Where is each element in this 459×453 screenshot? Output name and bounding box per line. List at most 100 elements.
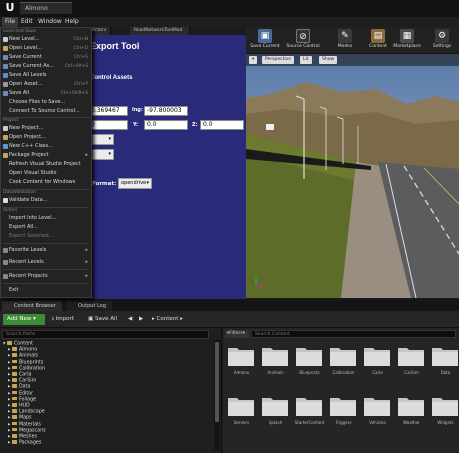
back-arrow-icon[interactable]: ◀ [128, 314, 132, 325]
tree-item[interactable]: ▸ Packages [0, 440, 210, 446]
modes-button[interactable]: ✎ Modes [333, 28, 357, 53]
asset-folder-tile[interactable]: Data [429, 344, 459, 396]
menu-choose-files-to-save[interactable]: Choose Files to Save... [1, 98, 91, 107]
menu-save-all[interactable]: Save All Ctrl+Shift+S [1, 89, 91, 98]
menu-cook-content[interactable]: Cook Content for Windows [1, 178, 91, 187]
forward-arrow-icon[interactable]: ▶ [139, 314, 143, 325]
chevron-down-icon: ▾ [146, 180, 149, 186]
asset-name: Animals [267, 370, 284, 375]
tab-road-network-tool[interactable]: RoadNetworkToolMod [130, 27, 190, 35]
scrollbar-thumb[interactable] [215, 342, 219, 422]
menu-save-all-levels[interactable]: Save All Levels [1, 71, 91, 80]
asset-folder-tile[interactable]: Widgets [429, 394, 459, 446]
folder-icon [364, 398, 390, 416]
viewport-scene [246, 54, 459, 298]
format-select[interactable]: opendrive ▾ [118, 178, 152, 189]
gear-icon: ⚙ [435, 29, 449, 43]
open-asset-icon [3, 82, 8, 87]
menu-recent-levels[interactable]: Recent Levels ▸ [1, 258, 91, 267]
cpp-class-icon [3, 144, 8, 149]
asset-folder-tile[interactable]: StarterContent [293, 394, 326, 446]
lit-button[interactable]: Lit [300, 56, 312, 64]
menu-recent-projects[interactable]: Recent Projects ▸ [1, 272, 91, 281]
asset-view: ▾Filters▾ Search Content Almono Animals Bl… [223, 328, 459, 453]
asset-folder-tile[interactable]: Carla [361, 344, 394, 396]
menu-open-project[interactable]: Open Project... [1, 133, 91, 142]
asset-name: Widgets [437, 420, 454, 425]
asset-folder-tile[interactable]: Almono [225, 344, 258, 396]
asset-name: CarSim [404, 370, 419, 375]
y-input[interactable]: 0.0 [144, 120, 188, 130]
viewport-toolbar: ▾ Perspective Lit Show [246, 54, 459, 66]
menu-validate-data[interactable]: Validate Data... [1, 196, 91, 205]
asset-folder-tile[interactable]: Servers [225, 394, 258, 446]
asset-folder-tile[interactable]: Calibration [327, 344, 360, 396]
search-content-input[interactable]: Search Content [251, 330, 456, 338]
folder-tree-panel: Search Paths ▾ Content ▸ Almono ▸ Animal… [0, 328, 222, 453]
menu-help[interactable]: Help [62, 17, 82, 27]
menu-new-project[interactable]: New Project... [1, 124, 91, 133]
asset-name: Carla [372, 370, 383, 375]
level-viewport[interactable]: ▾ Perspective Lit Show [246, 54, 459, 298]
asset-name: Weather [403, 420, 420, 425]
menu-new-cpp-class[interactable]: New C++ Class... [1, 142, 91, 151]
filters-button[interactable]: ▾Filters▾ [225, 330, 249, 338]
asset-name: Splash [268, 420, 283, 425]
menu-file[interactable]: File [2, 17, 19, 27]
asset-folder-tile[interactable]: Triggers [327, 394, 360, 446]
menu-refresh-vs-project[interactable]: Refresh Visual Studio Project [1, 160, 91, 169]
perspective-button[interactable]: Perspective [262, 56, 295, 64]
lng-label: lng: [132, 107, 143, 113]
save-current-button[interactable]: ▣ Save Current [248, 28, 282, 53]
search-paths-input[interactable]: Search Paths [2, 330, 209, 339]
section-project: Project [3, 118, 19, 123]
menu-save-current[interactable]: Save Current Ctrl+S [1, 53, 91, 62]
project-tab[interactable]: Almono [20, 2, 72, 14]
menu-package-project[interactable]: Package Project ▸ [1, 151, 91, 160]
menu-new-level[interactable]: New Level... Ctrl+N [1, 35, 91, 44]
menu-exit[interactable]: Exit [1, 286, 91, 295]
menu-window[interactable]: Window [35, 17, 65, 27]
menu-save-current-as[interactable]: Save Current As... Ctrl+Alt+S [1, 62, 91, 71]
asset-folder-tile[interactable]: Weather [395, 394, 428, 446]
menu-open-visual-studio[interactable]: Open Visual Studio [1, 169, 91, 178]
content-button[interactable]: ▤ Content [366, 28, 390, 53]
folder-icon [296, 398, 322, 416]
source-control-button[interactable]: ⊘ Source Control [284, 28, 322, 53]
asset-folder-tile[interactable]: CarSim [395, 344, 428, 396]
z-input[interactable]: 0.0 [200, 120, 244, 130]
asset-folder-tile[interactable]: Vehicles [361, 394, 394, 446]
asset-folder-tile[interactable]: Animals [259, 344, 292, 396]
format-value: opendrive [121, 180, 147, 186]
import-button[interactable]: ⭳ Import [52, 314, 74, 325]
save-all-button[interactable]: ▣ Save All [88, 314, 117, 325]
menu-favorite-levels[interactable]: Favorite Levels ▸ [1, 246, 91, 255]
menu-import-into-level[interactable]: Import Into Level... [1, 214, 91, 223]
settings-button[interactable]: ⚙ Settings [430, 28, 454, 53]
tree-scrollbar[interactable] [214, 340, 220, 450]
menu-export-all[interactable]: Export All... [1, 223, 91, 232]
lng-input[interactable]: -97.800003 [144, 106, 188, 116]
asset-folder-tile[interactable]: Blueprints [293, 344, 326, 396]
menu-open-level[interactable]: Open Level... Ctrl+O [1, 44, 91, 53]
lat-input[interactable]: 0.369467 [88, 106, 128, 116]
marketplace-button[interactable]: ▦ Marketplace [392, 28, 422, 53]
asset-name: Almono [233, 370, 250, 375]
tab-output-log[interactable]: Output Log [66, 301, 112, 311]
viewport-options-button[interactable]: ▾ [249, 56, 258, 64]
add-new-button[interactable]: Add New ▾ [3, 314, 45, 325]
unreal-logo-icon[interactable]: U [3, 1, 17, 15]
asset-folder-tile[interactable]: Splash [259, 394, 292, 446]
open-project-icon [3, 135, 8, 140]
tab-content-browser[interactable]: Content Browser [2, 301, 62, 311]
asset-name: StarterContent [294, 420, 325, 425]
menu-edit[interactable]: Edit [18, 17, 36, 27]
x-input[interactable]: 0 [88, 120, 128, 130]
menu-open-asset[interactable]: Open Asset... Ctrl+P [1, 80, 91, 89]
show-button[interactable]: Show [319, 56, 338, 64]
menu-connect-source-control[interactable]: Connect To Source Control... [1, 107, 91, 116]
content-path-crumb[interactable]: ▸ Content ▸ [152, 314, 183, 325]
folder-icon [432, 348, 458, 366]
save-all-icon [3, 91, 8, 96]
modes-icon: ✎ [338, 29, 352, 43]
